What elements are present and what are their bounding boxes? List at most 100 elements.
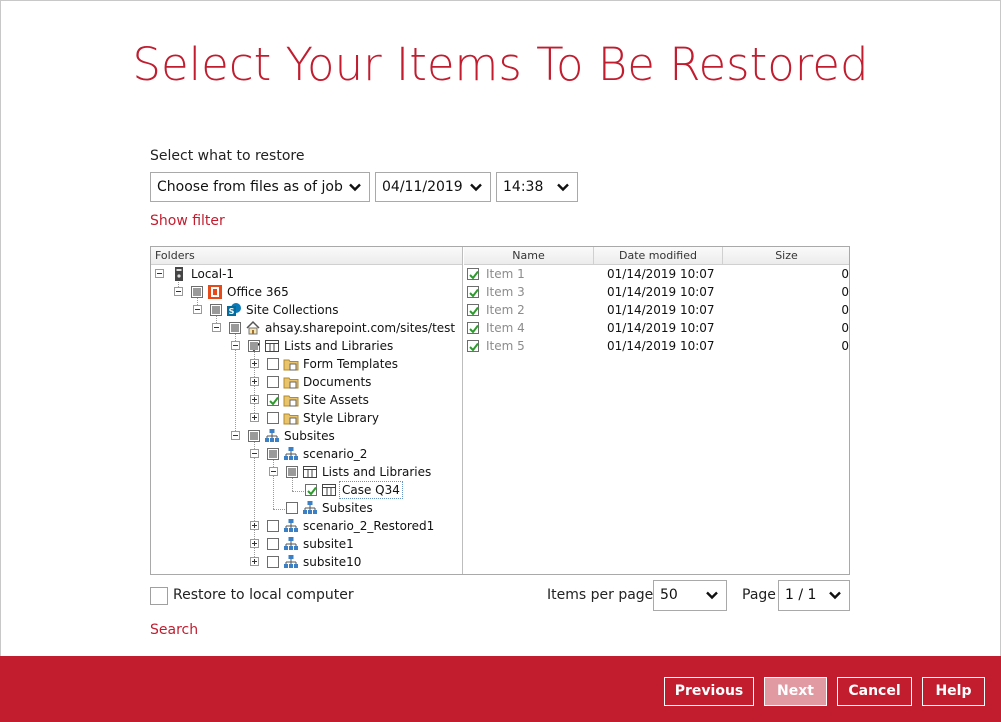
expand-icon[interactable]: [250, 539, 259, 548]
tree-checkbox[interactable]: [267, 556, 279, 568]
page-value: 1 / 1: [785, 587, 817, 603]
item-name: Item 2: [486, 303, 525, 317]
restore-mode-select[interactable]: Choose from files as of job: [150, 172, 370, 202]
check-icon: [469, 342, 479, 352]
file-list[interactable]: Name Date modified Size Item 1 01/14/201…: [464, 247, 849, 574]
tree-checkbox[interactable]: [248, 430, 260, 442]
tree-checkbox[interactable]: [267, 358, 279, 370]
check-icon: [269, 396, 279, 406]
next-button[interactable]: Next: [763, 676, 828, 707]
cancel-button[interactable]: Cancel: [836, 676, 913, 707]
list-item[interactable]: Item 2 01/14/2019 10:07 0: [464, 301, 849, 319]
folder-icon: [283, 377, 299, 389]
search-link[interactable]: Search: [150, 622, 198, 638]
sitemap-icon: [284, 519, 298, 532]
list-item[interactable]: Item 1 01/14/2019 10:07 0: [464, 265, 849, 283]
folder-icon: [283, 413, 299, 425]
tree-checkbox[interactable]: [248, 340, 260, 352]
tree-node-site[interactable]: ahsay.sharepoint.com/sites/test: [151, 319, 462, 337]
item-size: 0: [841, 267, 849, 281]
collapse-icon[interactable]: [174, 287, 183, 296]
help-button[interactable]: Help: [921, 676, 986, 707]
page-select[interactable]: 1 / 1: [778, 580, 850, 611]
tree-node-local[interactable]: Local-1: [151, 265, 462, 283]
column-header-size[interactable]: Size: [723, 247, 850, 265]
item-name: Item 5: [486, 339, 525, 353]
tree-node-label: subsite1: [303, 537, 354, 551]
collapse-icon[interactable]: [231, 341, 240, 350]
expand-icon[interactable]: [250, 521, 259, 530]
item-checkbox[interactable]: [467, 268, 479, 280]
restore-browser-panel: Folders Local-1 Office 365 S Site Collec…: [150, 246, 850, 575]
list-item[interactable]: Item 3 01/14/2019 10:07 0: [464, 283, 849, 301]
tree-checkbox[interactable]: [267, 376, 279, 388]
collapse-icon[interactable]: [231, 431, 240, 440]
check-icon: [469, 288, 479, 298]
tree-node-label: Style Library: [303, 411, 379, 425]
folder-tree[interactable]: Folders Local-1 Office 365 S Site Collec…: [151, 247, 463, 574]
items-per-page-select[interactable]: 50: [653, 580, 727, 611]
tree-node-scenario-subsites[interactable]: Subsites: [151, 499, 462, 517]
tree-checkbox[interactable]: [267, 448, 279, 460]
tree-checkbox[interactable]: [267, 520, 279, 532]
chevron-down-icon: [706, 591, 718, 600]
tree-node-case-q34[interactable]: Case Q34: [151, 481, 462, 499]
tree-checkbox[interactable]: [267, 394, 279, 406]
tree-node-subsite1[interactable]: subsite1: [151, 535, 462, 553]
list-item[interactable]: Item 5 01/14/2019 10:07 0: [464, 337, 849, 355]
sitemap-icon: [284, 555, 298, 568]
tree-node-form-templates[interactable]: Form Templates: [151, 355, 462, 373]
tree-node-label: scenario_2: [303, 447, 368, 461]
expand-icon[interactable]: [250, 395, 259, 404]
restore-local-checkbox[interactable]: [150, 587, 168, 605]
time-value: 14:38: [503, 179, 544, 195]
expand-icon[interactable]: [250, 413, 259, 422]
item-checkbox[interactable]: [467, 340, 479, 352]
item-checkbox[interactable]: [467, 286, 479, 298]
tree-node-scenario-lists[interactable]: Lists and Libraries: [151, 463, 462, 481]
column-header-date[interactable]: Date modified: [594, 247, 723, 265]
date-select[interactable]: 04/11/2019: [375, 172, 491, 202]
tree-node-label: Local-1: [191, 267, 235, 281]
tree-node-label: Subsites: [322, 501, 373, 515]
tree-node-label: scenario_2_Restored1: [303, 519, 435, 533]
tree-checkbox[interactable]: [305, 484, 317, 496]
collapse-icon[interactable]: [193, 305, 202, 314]
tree-node-subsite10[interactable]: subsite10: [151, 553, 462, 571]
svg-text:S: S: [229, 307, 235, 316]
folder-icon: [283, 395, 299, 407]
tree-checkbox[interactable]: [229, 322, 241, 334]
tree-checkbox[interactable]: [267, 538, 279, 550]
show-filter-link[interactable]: Show filter: [150, 213, 225, 229]
tree-checkbox[interactable]: [191, 286, 203, 298]
collapse-icon[interactable]: [212, 323, 221, 332]
tree-node-office365[interactable]: Office 365: [151, 283, 462, 301]
tree-node-label: Subsites: [284, 429, 335, 443]
check-icon: [469, 324, 479, 334]
collapse-icon[interactable]: [155, 269, 164, 278]
expand-icon[interactable]: [250, 359, 259, 368]
tree-node-lists-libraries[interactable]: Lists and Libraries: [151, 337, 462, 355]
item-checkbox[interactable]: [467, 304, 479, 316]
tree-node-site-assets[interactable]: Site Assets: [151, 391, 462, 409]
tree-node-subsites[interactable]: Subsites: [151, 427, 462, 445]
column-header-name[interactable]: Name: [464, 247, 594, 265]
tree-checkbox[interactable]: [210, 304, 222, 316]
expand-icon[interactable]: [250, 377, 259, 386]
item-checkbox[interactable]: [467, 322, 479, 334]
tree-checkbox[interactable]: [286, 466, 298, 478]
list-item[interactable]: Item 4 01/14/2019 10:07 0: [464, 319, 849, 337]
date-value: 04/11/2019: [382, 179, 463, 195]
previous-button[interactable]: Previous: [663, 676, 755, 707]
tree-node-scenario-2[interactable]: scenario_2: [151, 445, 462, 463]
tree-checkbox[interactable]: [286, 502, 298, 514]
expand-icon[interactable]: [250, 557, 259, 566]
tree-node-style-library[interactable]: Style Library: [151, 409, 462, 427]
collapse-icon[interactable]: [250, 449, 259, 458]
tree-checkbox[interactable]: [267, 412, 279, 424]
time-select[interactable]: 14:38: [496, 172, 578, 202]
tree-node-site-collections[interactable]: S Site Collections: [151, 301, 462, 319]
tree-node-documents[interactable]: Documents: [151, 373, 462, 391]
collapse-icon[interactable]: [269, 467, 278, 476]
tree-node-scenario-2-restored[interactable]: scenario_2_Restored1: [151, 517, 462, 535]
